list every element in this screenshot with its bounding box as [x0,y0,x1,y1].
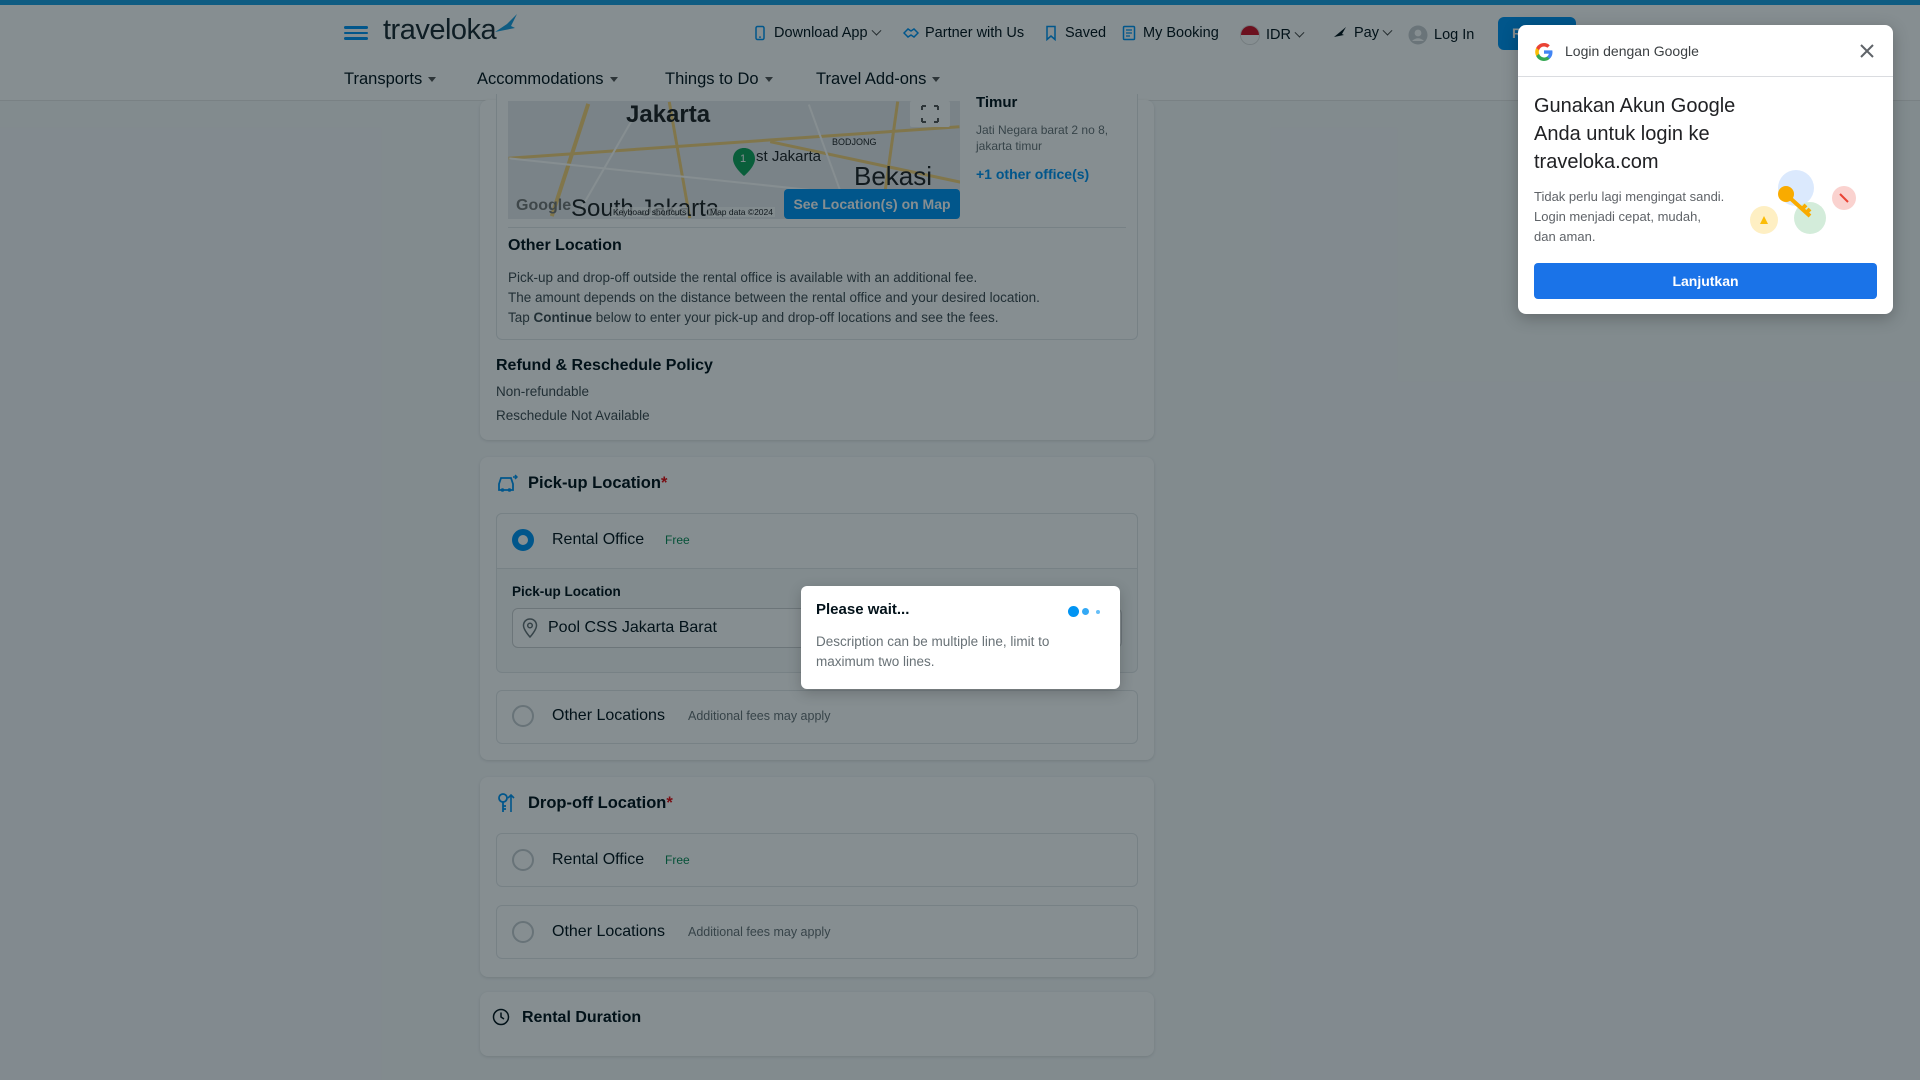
google-popup-body-line-3: dan aman. [1534,229,1596,244]
continue-with-google-button[interactable]: Lanjutkan [1534,263,1877,299]
loading-dot-3 [1096,610,1100,614]
key-illustration-icon [1750,170,1856,234]
loading-dot-2 [1082,608,1089,615]
loading-dot-1 [1068,606,1079,617]
please-wait-description: Description can be multiple line, limit … [816,634,1050,669]
google-popup-header: Login dengan Google [1518,25,1893,77]
google-popup-header-label: Login dengan Google [1565,43,1699,59]
google-popup-body-line-2: Login menjadi cepat, mudah, [1534,209,1701,224]
google-popup-title: Gunakan Akun Google Anda untuk login ke … [1534,92,1735,176]
please-wait-title: Please wait... [816,601,910,618]
close-icon[interactable] [1859,43,1875,59]
please-wait-dialog: Please wait... Description can be multip… [801,586,1120,689]
google-popup-body: Tidak perlu lagi mengingat sandi. Login … [1534,187,1724,247]
google-popup-body-line-1: Tidak perlu lagi mengingat sandi. [1534,189,1725,204]
google-login-popup: Login dengan Google Gunakan Akun Google … [1518,25,1893,314]
google-logo-icon [1535,43,1553,61]
google-popup-title-line-3: traveloka.com [1534,151,1659,173]
google-popup-title-line-2: Anda untuk login ke [1534,123,1710,145]
google-popup-title-line-1: Gunakan Akun Google [1534,95,1736,117]
